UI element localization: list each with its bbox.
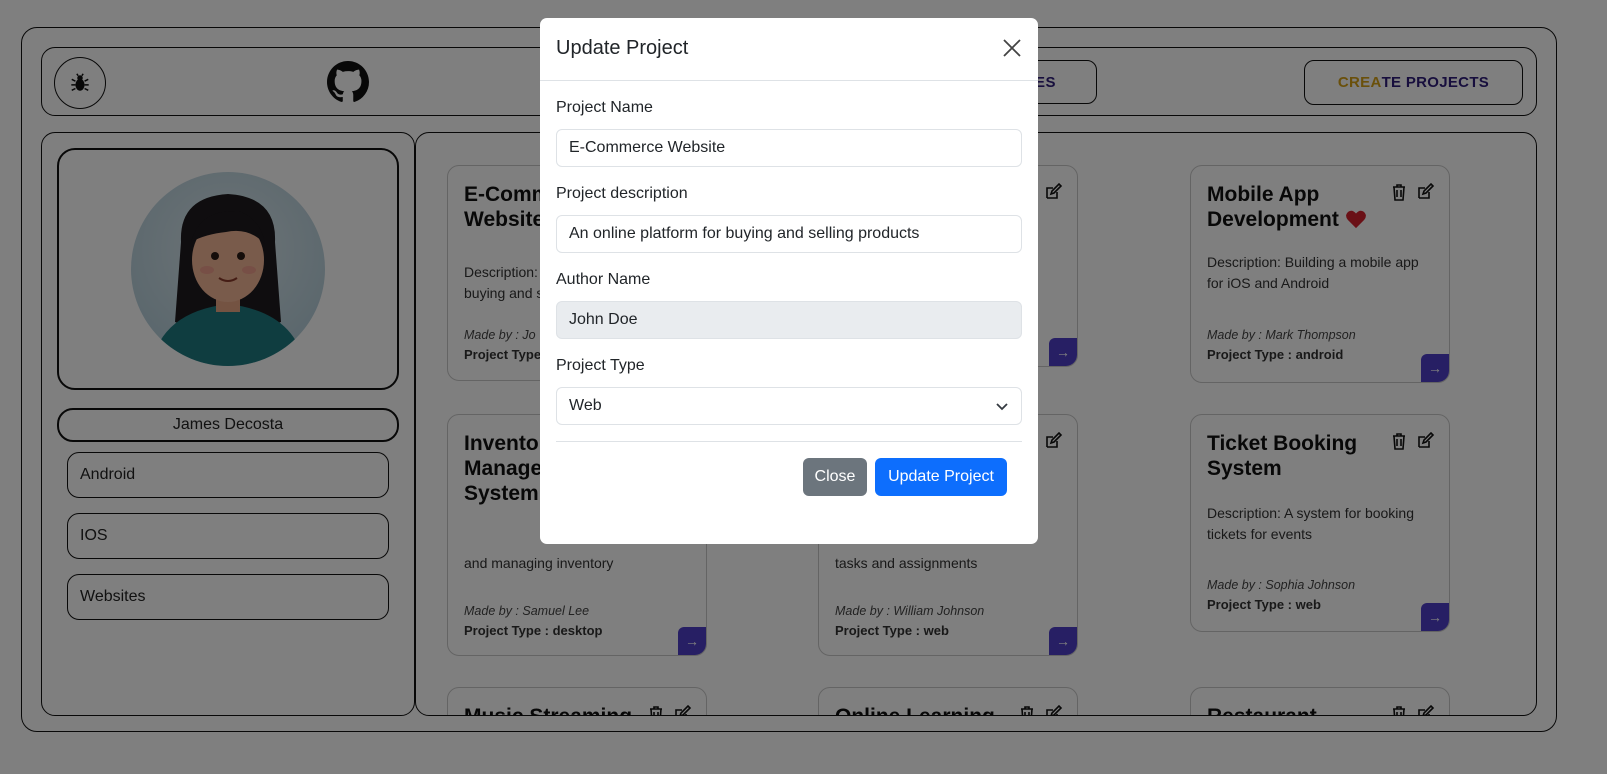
close-button[interactable]: Close bbox=[803, 458, 867, 496]
project-type-label: Project Type bbox=[556, 357, 645, 374]
modal-title: Update Project bbox=[556, 37, 689, 59]
project-description-label: Project description bbox=[556, 185, 688, 202]
update-project-button[interactable]: Update Project bbox=[875, 458, 1007, 496]
author-name-input bbox=[556, 301, 1022, 339]
project-name-label: Project Name bbox=[556, 99, 653, 116]
chevron-down-icon bbox=[996, 403, 1008, 411]
modal-divider bbox=[556, 441, 1022, 442]
modal-header: Update Project bbox=[540, 18, 1038, 81]
project-type-select[interactable]: Web bbox=[556, 387, 1022, 425]
project-description-input[interactable] bbox=[556, 215, 1022, 253]
close-icon[interactable] bbox=[1000, 36, 1024, 60]
author-name-label: Author Name bbox=[556, 271, 651, 288]
project-type-value: Web bbox=[569, 397, 602, 414]
project-name-input[interactable] bbox=[556, 129, 1022, 167]
update-project-modal: Update Project Project Name Project desc… bbox=[540, 18, 1038, 544]
